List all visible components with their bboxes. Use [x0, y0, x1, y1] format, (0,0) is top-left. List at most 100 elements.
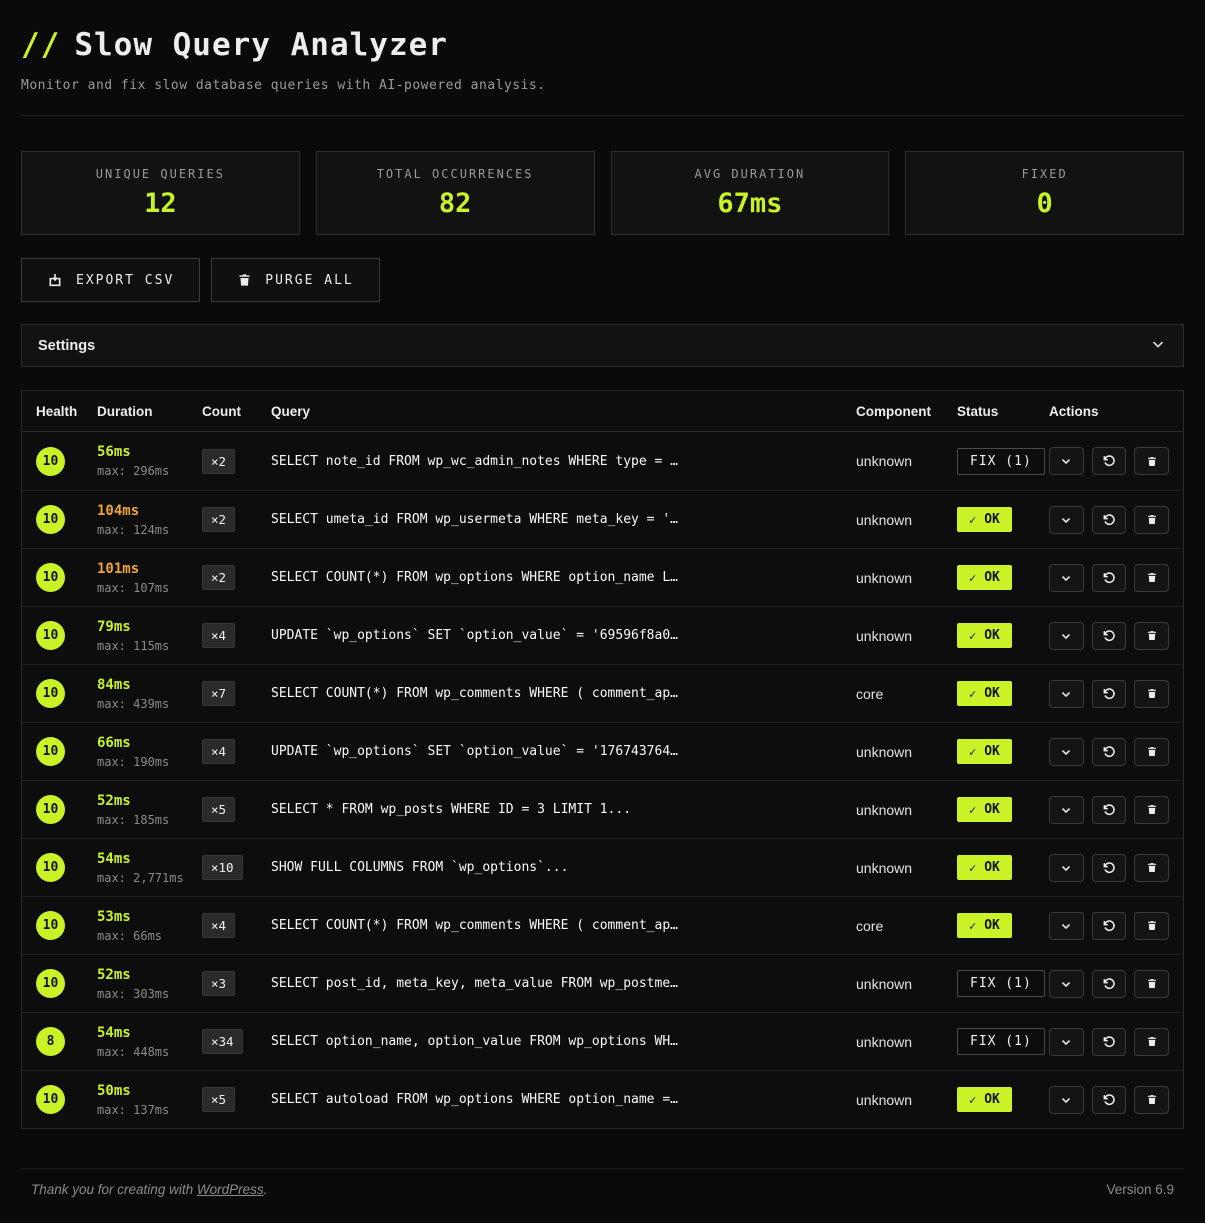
- download-icon: [47, 272, 63, 288]
- count-cell: ×2: [202, 565, 271, 590]
- row-actions: [1049, 506, 1169, 534]
- status-cell: ✓OK: [957, 797, 1049, 822]
- reanalyze-button[interactable]: [1092, 970, 1127, 998]
- refresh-icon: [1102, 513, 1116, 527]
- expand-row-button[interactable]: [1049, 447, 1084, 475]
- reanalyze-button[interactable]: [1092, 738, 1127, 766]
- count-badge: ×2: [202, 507, 235, 532]
- page-title-text: Slow Query Analyzer: [74, 27, 448, 63]
- reanalyze-button[interactable]: [1092, 506, 1127, 534]
- settings-accordion[interactable]: Settings: [21, 324, 1184, 367]
- reanalyze-button[interactable]: [1092, 912, 1127, 940]
- chevron-down-icon: [1059, 454, 1073, 468]
- status-badge: ✓OK: [957, 565, 1012, 590]
- expand-row-button[interactable]: [1049, 622, 1084, 650]
- status-badge[interactable]: FIX (1): [957, 970, 1045, 997]
- page-title: //Slow Query Analyzer: [21, 27, 1184, 63]
- query-text: SELECT umeta_id FROM wp_usermeta WHERE m…: [271, 512, 856, 527]
- delete-row-button[interactable]: [1134, 680, 1169, 708]
- status-cell: ✓OK: [957, 855, 1049, 880]
- delete-row-button[interactable]: [1134, 622, 1169, 650]
- component-label: unknown: [856, 1092, 957, 1108]
- expand-row-button[interactable]: [1049, 1028, 1084, 1056]
- query-table-row: 10 52ms max: 303ms ×3 SELECT post_id, me…: [22, 954, 1183, 1012]
- health-score-badge: 10: [36, 447, 65, 476]
- wordpress-link[interactable]: WordPress: [197, 1182, 264, 1197]
- delete-row-button[interactable]: [1134, 912, 1169, 940]
- row-actions: [1049, 622, 1169, 650]
- duration-value: 104ms: [97, 503, 202, 519]
- refresh-icon: [1102, 1093, 1116, 1107]
- trash-icon: [1146, 803, 1158, 816]
- purge-all-label: PURGE ALL: [265, 273, 353, 288]
- purge-all-button[interactable]: PURGE ALL: [211, 258, 379, 302]
- delete-row-button[interactable]: [1134, 854, 1169, 882]
- status-badge[interactable]: FIX (1): [957, 448, 1045, 475]
- duration-value: 53ms: [97, 909, 202, 925]
- reanalyze-button[interactable]: [1092, 447, 1127, 475]
- chevron-down-icon: [1059, 861, 1073, 875]
- expand-row-button[interactable]: [1049, 1086, 1084, 1114]
- export-csv-button[interactable]: EXPORT CSV: [21, 258, 200, 302]
- reanalyze-button[interactable]: [1092, 1086, 1127, 1114]
- duration-max: max: 185ms: [97, 813, 202, 827]
- check-icon: ✓: [969, 1093, 976, 1107]
- reanalyze-button[interactable]: [1092, 854, 1127, 882]
- refresh-icon: [1102, 745, 1116, 759]
- refresh-icon: [1102, 861, 1116, 875]
- query-table-row: 10 52ms max: 185ms ×5 SELECT * FROM wp_p…: [22, 780, 1183, 838]
- footer: Thank you for creating with WordPress. V…: [21, 1168, 1184, 1197]
- delete-row-button[interactable]: [1134, 738, 1169, 766]
- toolbar: EXPORT CSV PURGE ALL: [21, 258, 1184, 302]
- expand-row-button[interactable]: [1049, 738, 1084, 766]
- duration-cell: 84ms max: 439ms: [97, 677, 202, 711]
- expand-row-button[interactable]: [1049, 796, 1084, 824]
- component-label: unknown: [856, 976, 957, 992]
- duration-cell: 54ms max: 2,771ms: [97, 851, 202, 885]
- delete-row-button[interactable]: [1134, 564, 1169, 592]
- expand-row-button[interactable]: [1049, 970, 1084, 998]
- expand-row-button[interactable]: [1049, 506, 1084, 534]
- expand-row-button[interactable]: [1049, 564, 1084, 592]
- trash-icon: [1146, 629, 1158, 642]
- row-actions: [1049, 680, 1169, 708]
- slow-query-table: Health Duration Count Query Component St…: [21, 390, 1184, 1129]
- reanalyze-button[interactable]: [1092, 1028, 1127, 1056]
- delete-row-button[interactable]: [1134, 447, 1169, 475]
- chevron-down-icon: [1059, 513, 1073, 527]
- query-text: UPDATE `wp_options` SET `option_value` =…: [271, 628, 856, 643]
- delete-row-button[interactable]: [1134, 796, 1169, 824]
- col-header-duration: Duration: [97, 404, 202, 419]
- stat-value: 82: [439, 188, 472, 219]
- delete-row-button[interactable]: [1134, 506, 1169, 534]
- expand-row-button[interactable]: [1049, 854, 1084, 882]
- refresh-icon: [1102, 919, 1116, 933]
- status-cell: ✓OK: [957, 681, 1049, 706]
- delete-row-button[interactable]: [1134, 1028, 1169, 1056]
- count-cell: ×2: [202, 507, 271, 532]
- duration-max: max: 66ms: [97, 929, 202, 943]
- row-actions: [1049, 1086, 1169, 1114]
- query-table-body: 10 56ms max: 296ms ×2 SELECT note_id FRO…: [22, 432, 1183, 1128]
- expand-row-button[interactable]: [1049, 680, 1084, 708]
- count-badge: ×10: [202, 855, 243, 880]
- expand-row-button[interactable]: [1049, 912, 1084, 940]
- status-badge: ✓OK: [957, 855, 1012, 880]
- status-cell: ✓OK: [957, 507, 1049, 532]
- status-badge[interactable]: FIX (1): [957, 1028, 1045, 1055]
- query-text: SELECT note_id FROM wp_wc_admin_notes WH…: [271, 454, 856, 469]
- slow-query-analyzer-page: //Slow Query Analyzer Monitor and fix sl…: [0, 27, 1205, 1197]
- duration-max: max: 303ms: [97, 987, 202, 1001]
- reanalyze-button[interactable]: [1092, 796, 1127, 824]
- delete-row-button[interactable]: [1134, 1086, 1169, 1114]
- chevron-down-icon: [1059, 1035, 1073, 1049]
- status-cell: FIX (1): [957, 448, 1049, 475]
- delete-row-button[interactable]: [1134, 970, 1169, 998]
- reanalyze-button[interactable]: [1092, 622, 1127, 650]
- duration-cell: 52ms max: 185ms: [97, 793, 202, 827]
- reanalyze-button[interactable]: [1092, 680, 1127, 708]
- duration-value: 52ms: [97, 793, 202, 809]
- health-score-badge: 10: [36, 795, 65, 824]
- health-cell: 10: [36, 737, 97, 766]
- reanalyze-button[interactable]: [1092, 564, 1127, 592]
